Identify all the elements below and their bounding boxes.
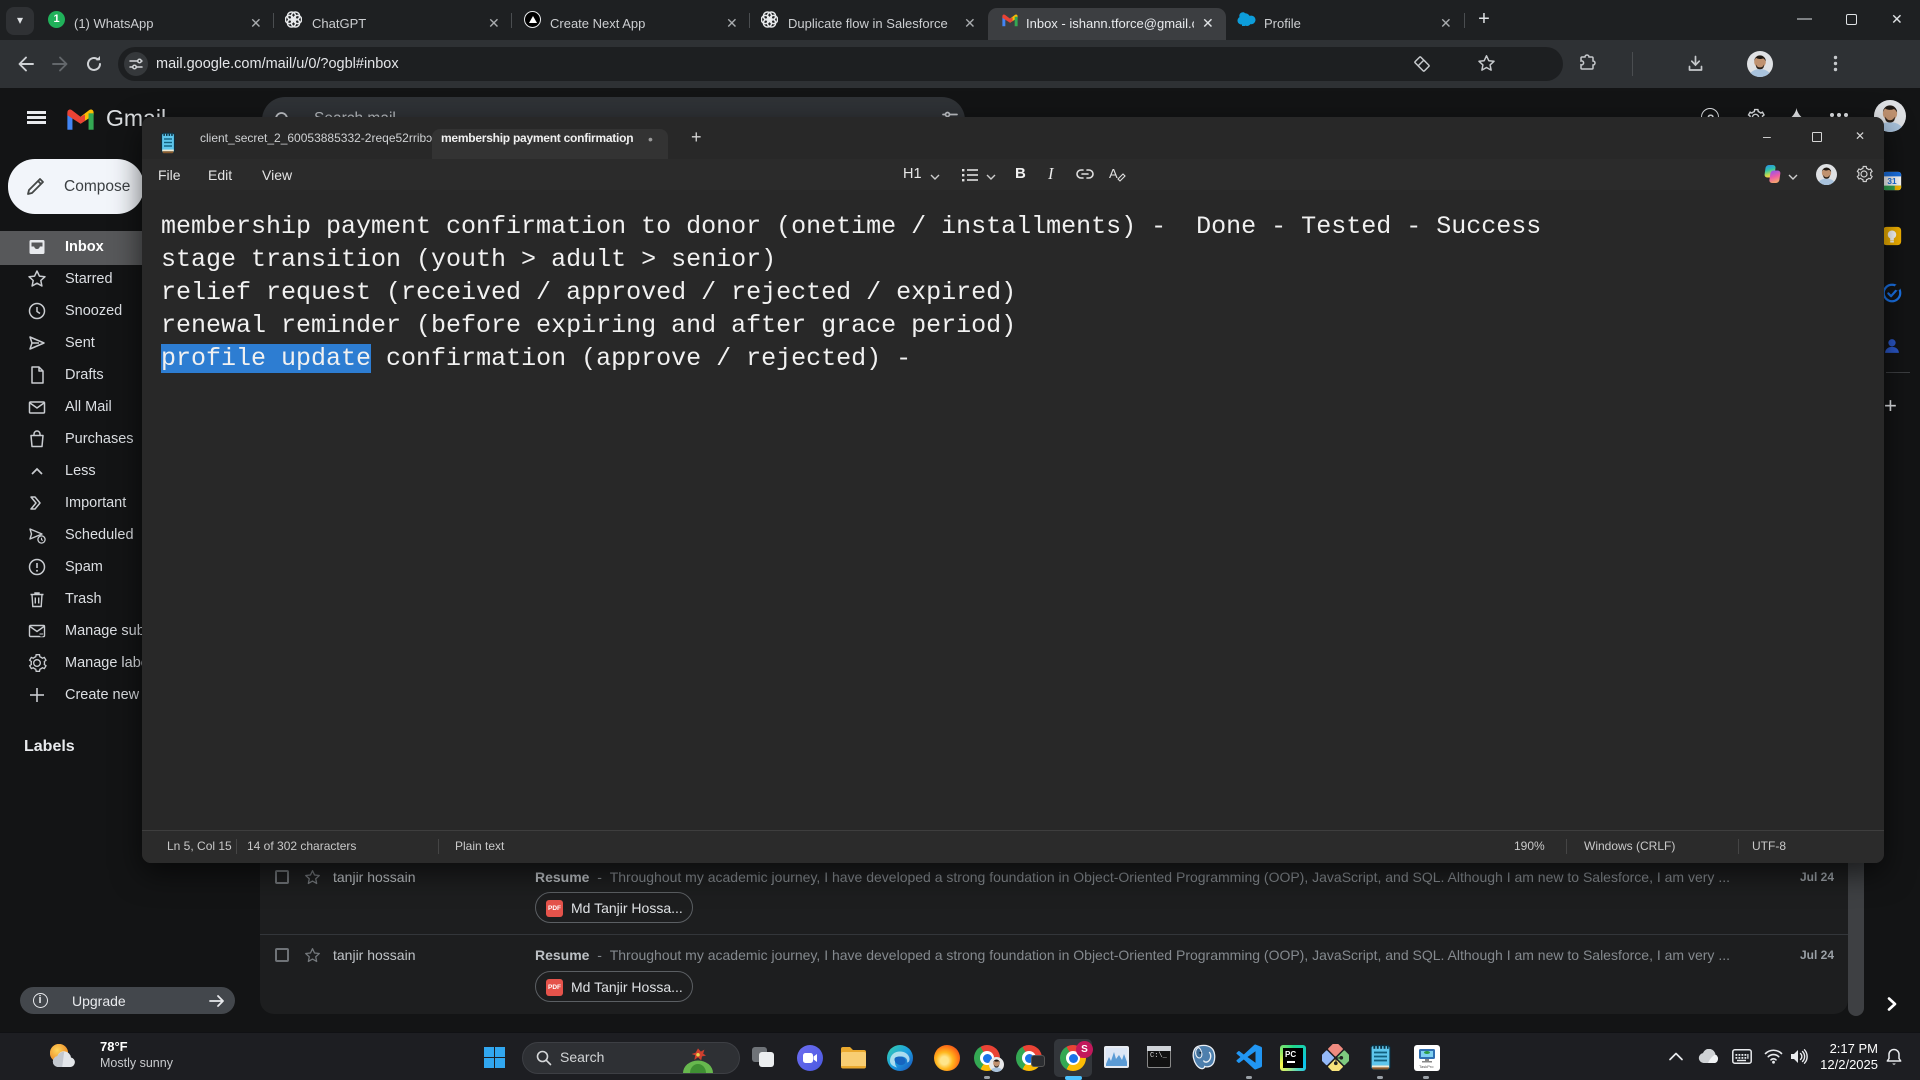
svg-text:A: A [1109,166,1118,181]
svg-text:31: 31 [1887,177,1897,186]
